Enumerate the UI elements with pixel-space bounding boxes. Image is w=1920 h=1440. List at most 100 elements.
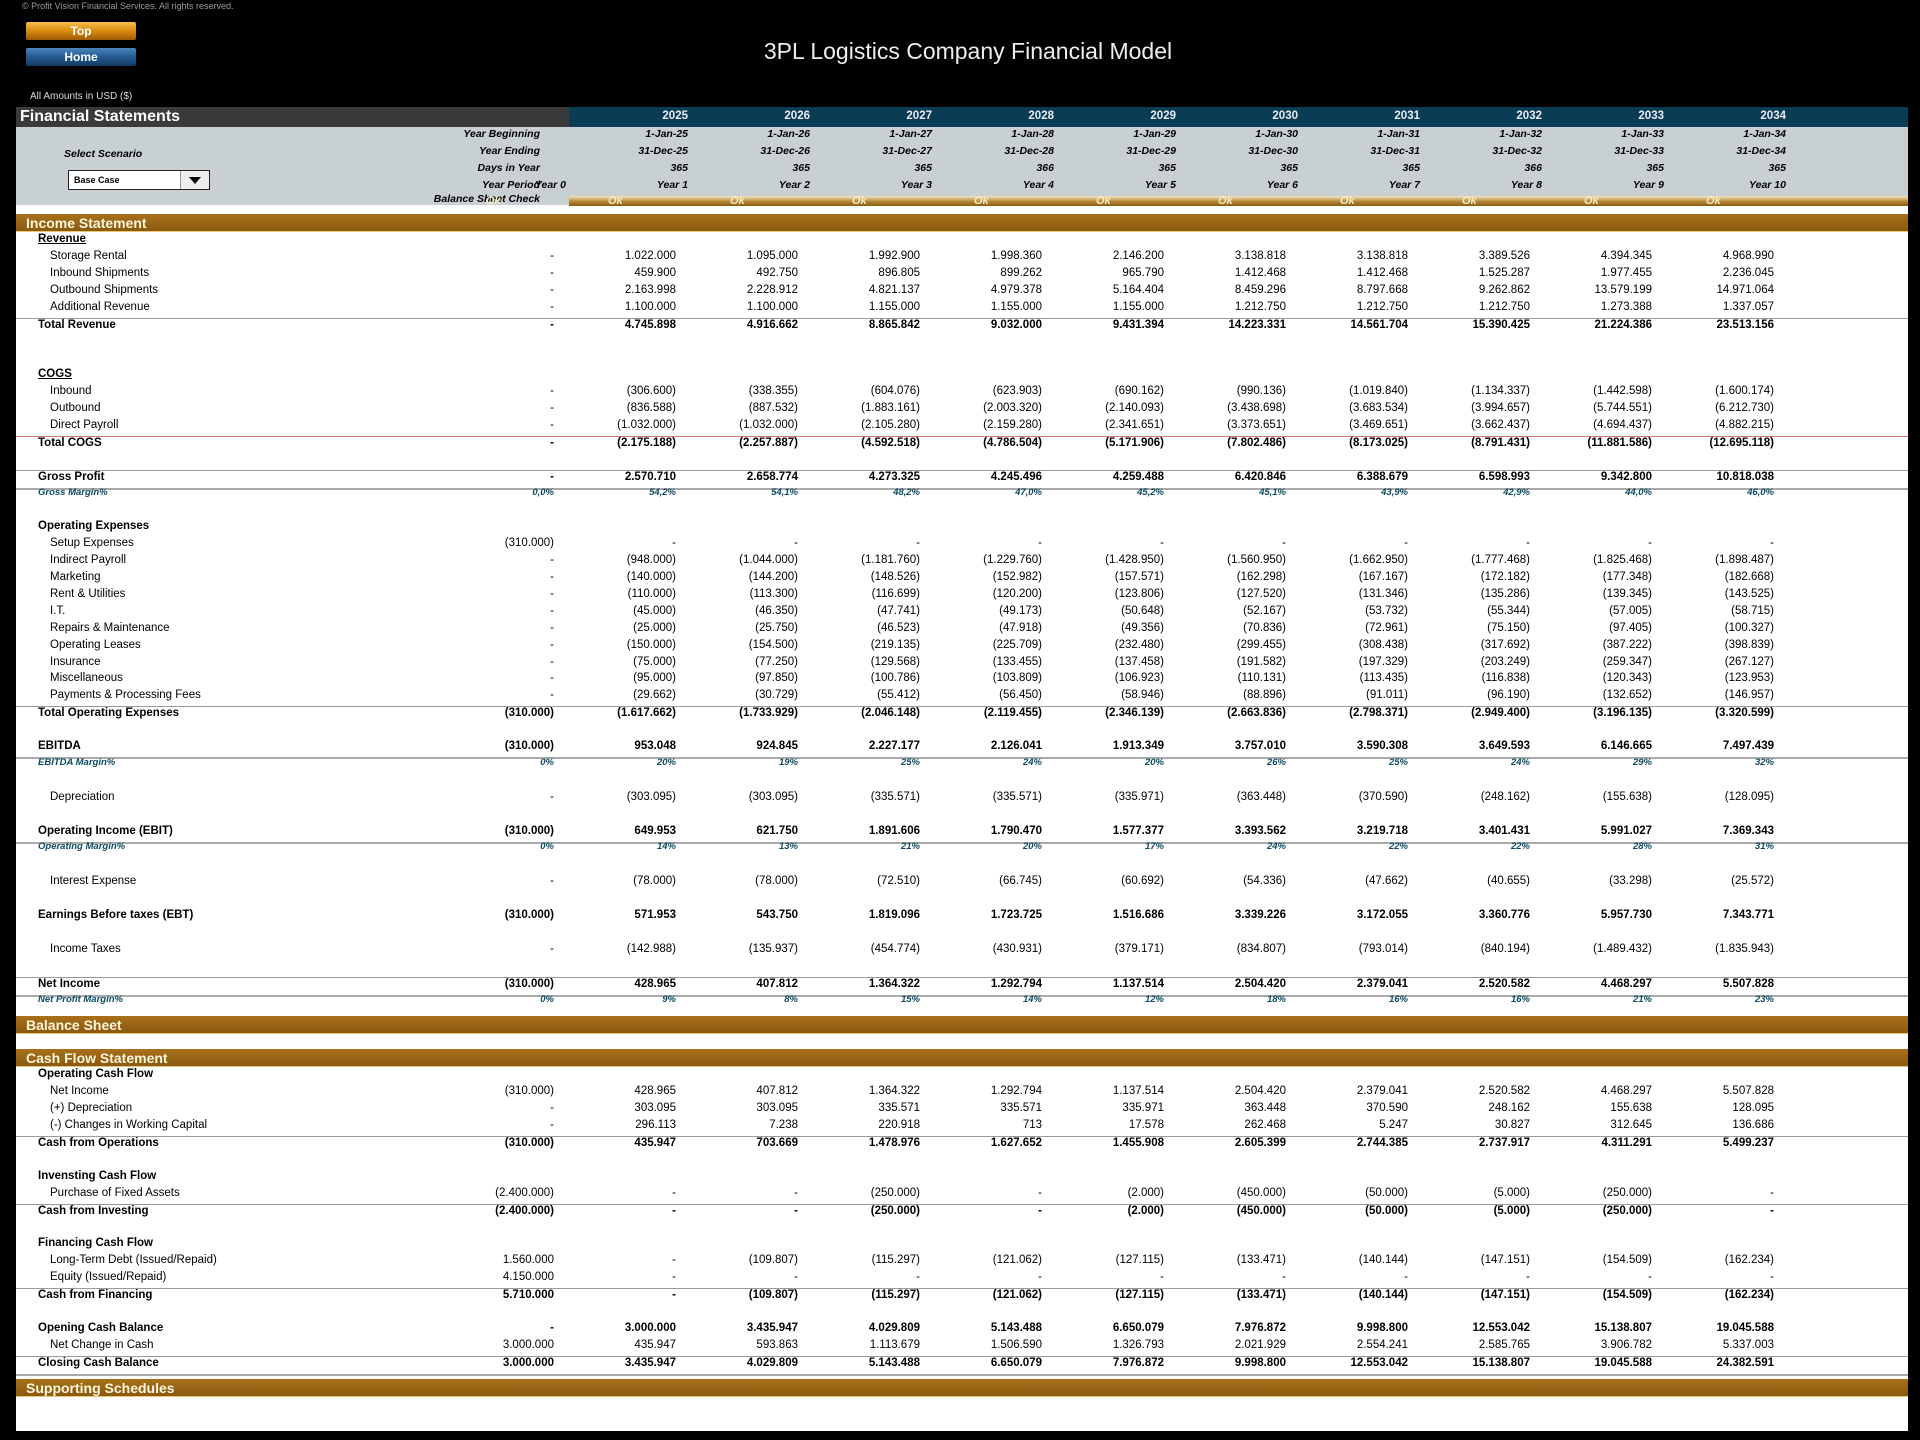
value-cell: (335.571) bbox=[992, 790, 1042, 803]
value-cell: 1.212.750 bbox=[1234, 300, 1286, 313]
value-cell: 1.560.000 bbox=[502, 1254, 554, 1267]
value-cell: 1.022.000 bbox=[624, 249, 676, 262]
value-cell: 45,2% bbox=[1137, 486, 1164, 498]
days-cell: 366 bbox=[1524, 162, 1542, 174]
value-cell: (116.699) bbox=[871, 587, 920, 600]
value-cell: - bbox=[1160, 537, 1164, 550]
table-row bbox=[16, 503, 1908, 520]
value-cell: (1.825.468) bbox=[1593, 554, 1652, 567]
value-cell: 4.916.662 bbox=[746, 318, 798, 331]
value-cell: (370.590) bbox=[1358, 790, 1408, 803]
period-cell: Year 2 bbox=[778, 179, 810, 191]
year-header: 2031 bbox=[1394, 110, 1420, 122]
value-cell: (50.000) bbox=[1365, 1204, 1408, 1217]
period-cell: Year 10 bbox=[1749, 179, 1786, 191]
value-cell: 6.388.679 bbox=[1356, 470, 1408, 483]
value-cell: (604.076) bbox=[870, 385, 920, 398]
value-cell: (5.171.906) bbox=[1105, 436, 1164, 449]
table-row: Outbound - (836.588) (887.532) (1.883.161) (2… bbox=[16, 402, 1908, 419]
scenario-dropdown[interactable]: Base Case bbox=[68, 170, 210, 190]
value-cell: 9% bbox=[662, 993, 676, 1005]
year-beginning-cell: 1-Jan-26 bbox=[767, 128, 810, 140]
value-cell: 407.812 bbox=[756, 977, 798, 990]
year-ending-cell: 31-Dec-32 bbox=[1492, 145, 1542, 157]
bs-check-ok: Ok bbox=[1096, 195, 1111, 207]
value-cell: (250.000) bbox=[870, 1186, 920, 1199]
value-cell: (1.442.598) bbox=[1593, 385, 1652, 398]
value-cell: (133.471) bbox=[1236, 1289, 1286, 1302]
year-header: 2033 bbox=[1638, 110, 1664, 122]
value-cell: 17% bbox=[1144, 841, 1164, 853]
value-cell: (46.523) bbox=[877, 621, 920, 634]
chevron-down-icon[interactable] bbox=[180, 171, 209, 189]
value-cell: 4.468.297 bbox=[1600, 977, 1652, 990]
value-cell: 12.553.042 bbox=[1350, 1356, 1408, 1369]
row-label: Opening Cash Balance bbox=[38, 1321, 164, 1334]
value-cell: 21.224.386 bbox=[1594, 318, 1652, 331]
scenario-value: Base Case bbox=[74, 175, 120, 185]
value-cell: 16% bbox=[1510, 993, 1530, 1005]
value-cell: 2.126.041 bbox=[990, 740, 1042, 752]
table-row bbox=[16, 723, 1908, 740]
row-label: Indirect Payroll bbox=[50, 554, 127, 567]
value-cell: (450.000) bbox=[1236, 1186, 1286, 1199]
value-cell: 1.412.468 bbox=[1356, 266, 1408, 279]
value-cell: (109.807) bbox=[748, 1254, 798, 1267]
value-cell: (135.937) bbox=[748, 942, 798, 955]
value-cell: (12.695.118) bbox=[1709, 436, 1774, 449]
value-cell: 335.971 bbox=[1122, 1102, 1164, 1115]
table-row: Closing Cash Balance 3.000.000 3.435.947 4.… bbox=[16, 1355, 1908, 1376]
table-row: Additional Revenue - 1.100.000 1.100.000 1.1… bbox=[16, 301, 1908, 318]
year-ending-cell: 31-Dec-26 bbox=[760, 145, 810, 157]
value-cell: (310.000) bbox=[504, 977, 554, 990]
value-cell: 29% bbox=[1632, 756, 1652, 768]
value-cell: (310.000) bbox=[504, 909, 554, 921]
value-cell: - bbox=[550, 689, 554, 702]
value-cell: (162.298) bbox=[1236, 571, 1286, 583]
value-cell: (454.774) bbox=[870, 942, 920, 955]
value-cell: (47.918) bbox=[999, 621, 1042, 634]
value-cell: 4.821.137 bbox=[868, 283, 920, 296]
row-label: Outbound Shipments bbox=[50, 283, 159, 296]
row-label: Setup Expenses bbox=[50, 537, 134, 550]
value-cell: (139.345) bbox=[1602, 587, 1652, 600]
value-cell: (78.000) bbox=[633, 875, 676, 888]
value-cell: (2.257.887) bbox=[739, 436, 798, 449]
row-label: Earnings Before taxes (EBT) bbox=[38, 909, 194, 921]
select-scenario-label: Select Scenario bbox=[64, 148, 143, 160]
value-cell: 12.553.042 bbox=[1472, 1321, 1530, 1334]
value-cell: 1.790.470 bbox=[990, 824, 1042, 837]
table-row: Purchase of Fixed Assets (2.400.000) - - (25… bbox=[16, 1187, 1908, 1204]
value-cell: (834.807) bbox=[1236, 942, 1286, 955]
value-cell: - bbox=[550, 318, 554, 331]
value-cell: (75.150) bbox=[1487, 621, 1530, 634]
days-cell: 365 bbox=[1646, 162, 1664, 174]
bs-check-ok: Ok bbox=[1218, 195, 1233, 207]
value-cell: (8.791.431) bbox=[1471, 436, 1530, 449]
value-cell: 9.262.862 bbox=[1478, 283, 1530, 296]
table-row: Net Change in Cash 3.000.000 435.947 593.86… bbox=[16, 1339, 1908, 1356]
value-cell: 1.364.322 bbox=[868, 977, 920, 990]
value-cell: 42,9% bbox=[1503, 486, 1530, 498]
value-cell: 2.146.200 bbox=[1112, 249, 1164, 262]
value-cell: 19% bbox=[778, 756, 798, 768]
value-cell: 15.138.807 bbox=[1472, 1356, 1530, 1369]
value-cell: - bbox=[550, 385, 554, 398]
value-cell: - bbox=[550, 418, 554, 431]
value-cell: 1.478.976 bbox=[868, 1137, 920, 1149]
value-cell: 4.245.496 bbox=[990, 470, 1042, 483]
value-cell: (690.162) bbox=[1114, 385, 1164, 398]
value-cell: - bbox=[550, 470, 554, 483]
value-cell: (54.336) bbox=[1243, 875, 1286, 888]
value-cell: 8.797.668 bbox=[1356, 283, 1408, 296]
table-row bbox=[16, 858, 1908, 875]
value-cell: 20% bbox=[1022, 841, 1042, 853]
value-cell: (317.692) bbox=[1480, 638, 1530, 651]
value-cell: 25% bbox=[1388, 756, 1408, 768]
value-cell: (225.709) bbox=[992, 638, 1042, 651]
value-cell: (46.350) bbox=[755, 604, 798, 617]
value-cell: - bbox=[1282, 537, 1286, 550]
row-label: Marketing bbox=[50, 571, 101, 583]
row-label: Income Taxes bbox=[50, 942, 121, 955]
value-cell: (109.807) bbox=[748, 1289, 798, 1302]
